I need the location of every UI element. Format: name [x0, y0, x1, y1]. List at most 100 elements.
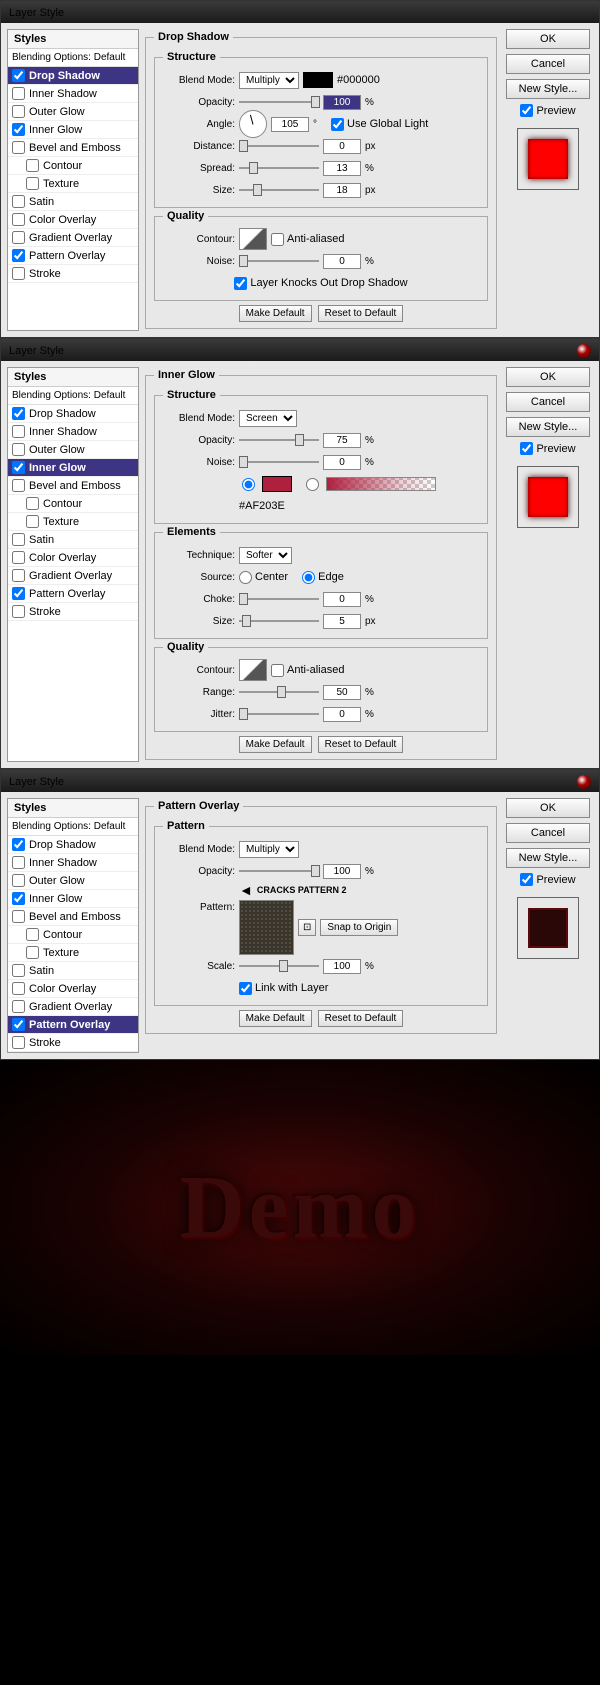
noise-slider[interactable]: [239, 254, 319, 268]
range-input[interactable]: [323, 685, 361, 700]
blend-mode-select[interactable]: Screen: [239, 410, 297, 427]
choke-input[interactable]: [323, 592, 361, 607]
spread-slider[interactable]: [239, 161, 319, 175]
style-satin[interactable]: Satin: [8, 531, 138, 549]
style-stroke[interactable]: Stroke: [8, 1034, 138, 1052]
style-inner-shadow[interactable]: Inner Shadow: [8, 854, 138, 872]
blending-options[interactable]: Blending Options: Default: [8, 49, 138, 67]
ok-button[interactable]: OK: [506, 29, 590, 49]
ok-button[interactable]: OK: [506, 367, 590, 387]
style-outer-glow[interactable]: Outer Glow: [8, 441, 138, 459]
jitter-slider[interactable]: [239, 707, 319, 721]
gradient-radio[interactable]: [306, 478, 319, 491]
size-slider[interactable]: [239, 614, 319, 628]
preview-checkbox[interactable]: Preview: [520, 873, 575, 886]
cancel-button[interactable]: Cancel: [506, 823, 590, 843]
size-slider[interactable]: [239, 183, 319, 197]
knockout-checkbox[interactable]: Layer Knocks Out Drop Shadow: [234, 277, 407, 290]
new-style-button[interactable]: New Style...: [506, 417, 590, 437]
range-slider[interactable]: [239, 685, 319, 699]
style-pattern-overlay[interactable]: Pattern Overlay: [8, 247, 138, 265]
gradient-picker[interactable]: [326, 477, 436, 491]
opacity-input[interactable]: [323, 433, 361, 448]
reset-default-button[interactable]: Reset to Default: [318, 305, 404, 322]
opacity-input[interactable]: [323, 864, 361, 879]
style-stroke[interactable]: Stroke: [8, 265, 138, 283]
angle-dial[interactable]: [239, 110, 267, 138]
link-layer-checkbox[interactable]: Link with Layer: [239, 982, 328, 995]
style-color-overlay[interactable]: Color Overlay: [8, 980, 138, 998]
blend-mode-select[interactable]: Multiply: [239, 841, 299, 858]
style-inner-glow[interactable]: Inner Glow: [8, 121, 138, 139]
new-style-button[interactable]: New Style...: [506, 79, 590, 99]
contour-picker[interactable]: [239, 228, 267, 250]
style-texture[interactable]: Texture: [8, 513, 138, 531]
style-satin[interactable]: Satin: [8, 193, 138, 211]
style-pattern-overlay[interactable]: Pattern Overlay: [8, 585, 138, 603]
opacity-slider[interactable]: [239, 95, 319, 109]
spread-input[interactable]: [323, 161, 361, 176]
reset-default-button[interactable]: Reset to Default: [318, 736, 404, 753]
style-drop-shadow[interactable]: Drop Shadow: [8, 67, 138, 85]
style-texture[interactable]: Texture: [8, 175, 138, 193]
style-stroke[interactable]: Stroke: [8, 603, 138, 621]
style-outer-glow[interactable]: Outer Glow: [8, 872, 138, 890]
source-center-radio[interactable]: Center: [239, 571, 288, 584]
antialiased-checkbox[interactable]: Anti-aliased: [271, 664, 344, 677]
size-input[interactable]: [323, 183, 361, 198]
close-orb-icon[interactable]: [577, 344, 591, 358]
style-outer-glow[interactable]: Outer Glow: [8, 103, 138, 121]
pattern-swatch[interactable]: [239, 900, 294, 955]
preview-checkbox[interactable]: Preview: [520, 104, 575, 117]
color-radio[interactable]: [242, 478, 255, 491]
preview-checkbox[interactable]: Preview: [520, 442, 575, 455]
noise-slider[interactable]: [239, 455, 319, 469]
distance-slider[interactable]: [239, 139, 319, 153]
opacity-slider[interactable]: [239, 864, 319, 878]
style-bevel[interactable]: Bevel and Emboss: [8, 908, 138, 926]
technique-select[interactable]: Softer: [239, 547, 292, 564]
style-contour[interactable]: Contour: [8, 157, 138, 175]
scale-input[interactable]: [323, 959, 361, 974]
style-drop-shadow[interactable]: Drop Shadow: [8, 405, 138, 423]
global-light-checkbox[interactable]: Use Global Light: [331, 118, 428, 131]
style-contour[interactable]: Contour: [8, 926, 138, 944]
source-edge-radio[interactable]: Edge: [302, 571, 344, 584]
snap-origin-button[interactable]: Snap to Origin: [320, 919, 398, 936]
style-gradient-overlay[interactable]: Gradient Overlay: [8, 229, 138, 247]
style-gradient-overlay[interactable]: Gradient Overlay: [8, 998, 138, 1016]
contour-picker[interactable]: [239, 659, 267, 681]
scale-slider[interactable]: [239, 959, 319, 973]
style-inner-glow[interactable]: Inner Glow: [8, 890, 138, 908]
style-inner-glow[interactable]: Inner Glow: [8, 459, 138, 477]
size-input[interactable]: [323, 614, 361, 629]
cancel-button[interactable]: Cancel: [506, 392, 590, 412]
style-inner-shadow[interactable]: Inner Shadow: [8, 85, 138, 103]
jitter-input[interactable]: [323, 707, 361, 722]
new-style-button[interactable]: New Style...: [506, 848, 590, 868]
distance-input[interactable]: [323, 139, 361, 154]
make-default-button[interactable]: Make Default: [239, 305, 312, 322]
style-bevel[interactable]: Bevel and Emboss: [8, 139, 138, 157]
style-inner-shadow[interactable]: Inner Shadow: [8, 423, 138, 441]
antialiased-checkbox[interactable]: Anti-aliased: [271, 233, 344, 246]
reset-default-button[interactable]: Reset to Default: [318, 1010, 404, 1027]
style-satin[interactable]: Satin: [8, 962, 138, 980]
ok-button[interactable]: OK: [506, 798, 590, 818]
make-default-button[interactable]: Make Default: [239, 1010, 312, 1027]
angle-input[interactable]: [271, 117, 309, 132]
style-color-overlay[interactable]: Color Overlay: [8, 549, 138, 567]
noise-input[interactable]: [323, 254, 361, 269]
cancel-button[interactable]: Cancel: [506, 54, 590, 74]
make-default-button[interactable]: Make Default: [239, 736, 312, 753]
blend-mode-select[interactable]: Multiply: [239, 72, 299, 89]
style-pattern-overlay[interactable]: Pattern Overlay: [8, 1016, 138, 1034]
opacity-slider[interactable]: [239, 433, 319, 447]
style-bevel[interactable]: Bevel and Emboss: [8, 477, 138, 495]
close-orb-icon[interactable]: [577, 775, 591, 789]
choke-slider[interactable]: [239, 592, 319, 606]
color-swatch[interactable]: [303, 72, 333, 88]
noise-input[interactable]: [323, 455, 361, 470]
style-gradient-overlay[interactable]: Gradient Overlay: [8, 567, 138, 585]
style-color-overlay[interactable]: Color Overlay: [8, 211, 138, 229]
